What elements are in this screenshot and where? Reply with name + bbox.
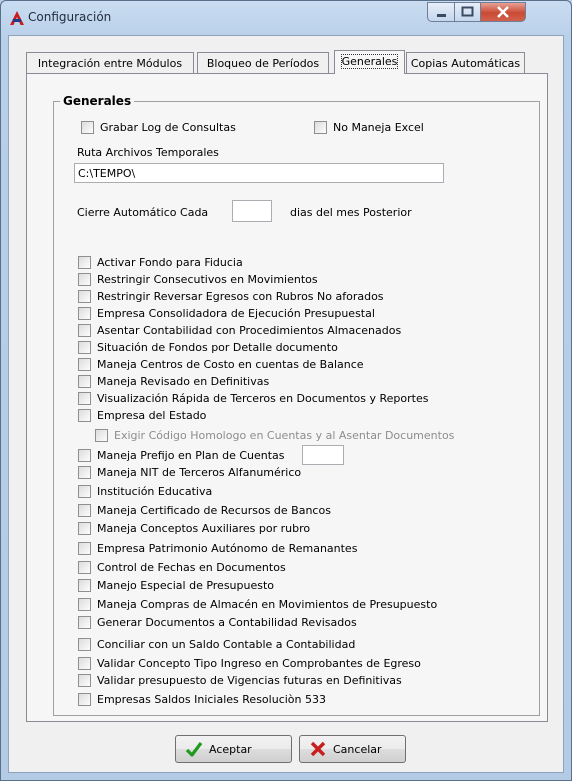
checkbox-box[interactable] xyxy=(78,522,91,535)
maximize-button[interactable] xyxy=(454,2,481,22)
checkbox-label: Conciliar con un Saldo Contable a Contab… xyxy=(97,638,356,651)
close-button[interactable] xyxy=(480,2,526,22)
checkbox-label: Activar Fondo para Fiducia xyxy=(97,256,243,269)
checkbox-label: Control de Fechas en Documentos xyxy=(97,561,286,574)
checkbox-label: Institución Educativa xyxy=(97,485,213,498)
checkbox-box[interactable] xyxy=(78,392,91,405)
checkbox-label: Maneja Conceptos Auxiliares por rubro xyxy=(97,522,311,535)
checkbox-box[interactable] xyxy=(78,579,91,592)
tab-generales[interactable]: Generales xyxy=(334,50,405,74)
ruta-archivos-input[interactable]: C:\TEMPO\ xyxy=(74,163,444,183)
checkbox-label: Visualización Rápida de Terceros en Docu… xyxy=(97,392,429,405)
checkbox-label: Empresa Patrimonio Autónomo de Remanante… xyxy=(97,542,358,555)
checkbox-label: Maneja Compras de Almacén en Movimientos… xyxy=(97,598,438,611)
checkbox-box[interactable] xyxy=(314,121,327,134)
checkbox-box[interactable] xyxy=(78,466,91,479)
checkbox-label: Situación de Fondos por Detalle document… xyxy=(97,341,338,354)
checkbox-box[interactable] xyxy=(78,307,91,320)
checkmark-icon xyxy=(185,742,203,757)
maximize-icon xyxy=(461,6,474,17)
checkbox-label: Exigir Código Homologo en Cuentas y al A… xyxy=(114,429,455,442)
checkbox-box[interactable] xyxy=(78,341,91,354)
checkbox-label: Maneja Centros de Costo en cuentas de Ba… xyxy=(97,358,364,371)
checkbox-box[interactable] xyxy=(78,616,91,629)
accept-label: Aceptar xyxy=(209,743,252,756)
checkbox-box[interactable] xyxy=(78,638,91,651)
checkbox-box[interactable] xyxy=(78,561,91,574)
checkbox-box xyxy=(95,429,108,442)
cancel-label: Cancelar xyxy=(333,743,382,756)
checkbox-box[interactable] xyxy=(78,693,91,706)
checkbox-box[interactable] xyxy=(78,324,91,337)
checkbox-box[interactable] xyxy=(78,273,91,286)
checkbox-box[interactable] xyxy=(78,409,91,422)
checkbox-box[interactable] xyxy=(78,290,91,303)
app-logo-icon xyxy=(10,11,24,25)
tab-bloqueo-periodos[interactable]: Bloqueo de Períodos xyxy=(197,52,329,73)
checkbox-label: Grabar Log de Consultas xyxy=(100,121,236,134)
checkbox-label: Validar presupuesto de Vigencias futuras… xyxy=(97,674,402,687)
checkbox-label: Restringir Consecutivos en Movimientos xyxy=(97,273,318,286)
checkbox-label: Restringir Reversar Egresos con Rubros N… xyxy=(97,290,384,303)
group-title: Generales xyxy=(60,94,135,108)
checkbox-box[interactable] xyxy=(78,449,91,462)
checkbox-label: Maneja Prefijo en Plan de Cuentas xyxy=(97,449,285,462)
checkbox-box[interactable] xyxy=(78,504,91,517)
minimize-button[interactable] xyxy=(427,2,455,22)
checkbox-label: Manejo Especial de Presupuesto xyxy=(97,579,275,592)
checkbox-box[interactable] xyxy=(78,256,91,269)
cierre-dias-input[interactable] xyxy=(232,200,272,222)
checkbox-label: Maneja Revisado en Definitivas xyxy=(97,375,270,388)
checkbox-label: Maneja NIT de Terceros Alfanumérico xyxy=(97,466,302,479)
cancel-button[interactable]: Cancelar xyxy=(299,735,406,763)
checkbox-label: No Maneja Excel xyxy=(333,121,424,134)
tab-integracion-modulos[interactable]: Integración entre Módulos xyxy=(26,52,194,73)
checkbox-box[interactable] xyxy=(78,375,91,388)
checkbox-label: Generar Documentos a Contabilidad Revisa… xyxy=(97,616,357,629)
x-icon xyxy=(310,741,326,757)
checkbox-box[interactable] xyxy=(78,674,91,687)
title-bar[interactable]: Configuración xyxy=(1,1,571,35)
checkbox-box[interactable] xyxy=(78,358,91,371)
prefijo-input[interactable] xyxy=(302,445,344,465)
cierre-label: Cierre Automático Cada xyxy=(77,206,209,219)
checkbox-box[interactable] xyxy=(78,598,91,611)
checkbox-box[interactable] xyxy=(78,657,91,670)
checkbox-label: Empresa Consolidadora de Ejecución Presu… xyxy=(97,307,375,320)
checkbox-label: Asentar Contabilidad con Procedimientos … xyxy=(97,324,402,337)
minimize-icon xyxy=(437,14,446,17)
tab-copias-automaticas[interactable]: Copias Automáticas xyxy=(406,52,525,73)
checkbox-box[interactable] xyxy=(78,485,91,498)
accept-button[interactable]: Aceptar xyxy=(175,735,292,763)
cierre-suffix-label: dias del mes Posterior xyxy=(290,206,412,219)
checkbox-label: Validar Concepto Tipo Ingreso en Comprob… xyxy=(97,657,421,670)
checkbox-label: Maneja Certificado de Recursos de Bancos xyxy=(97,504,331,517)
checkbox-box[interactable] xyxy=(78,542,91,555)
close-icon xyxy=(497,6,509,18)
window-title: Configuración xyxy=(28,10,112,24)
checkbox-box[interactable] xyxy=(81,121,94,134)
checkbox-label: Empresas Saldos Iniciales Resoluciòn 533 xyxy=(97,693,326,706)
checkbox-label: Empresa del Estado xyxy=(97,409,207,422)
ruta-label: Ruta Archivos Temporales xyxy=(77,146,219,159)
